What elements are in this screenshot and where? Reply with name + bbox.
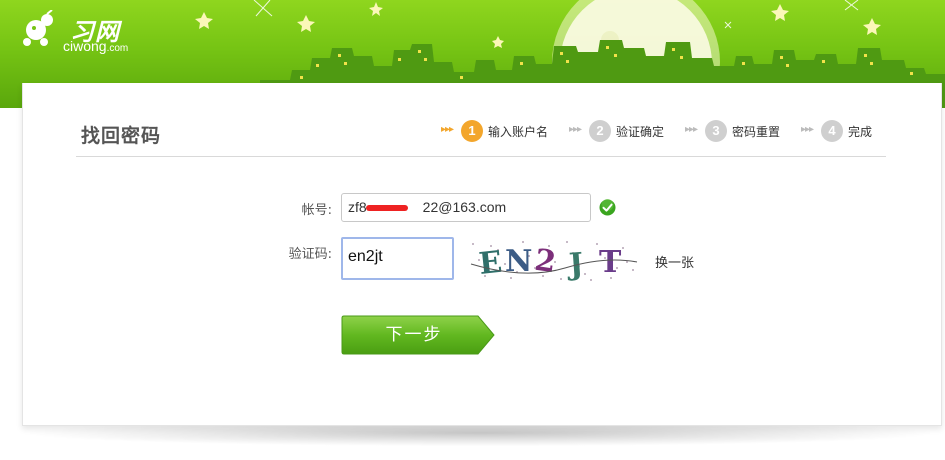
account-label: 帐号: [301, 203, 332, 218]
step-label: 密码重置 [732, 125, 781, 139]
step-number: 2 [589, 120, 611, 142]
svg-text:E: E [477, 245, 503, 282]
svg-text:N: N [505, 244, 532, 279]
account-input[interactable]: zf8 22@163.com [341, 193, 591, 222]
step-number: 3 [705, 120, 727, 142]
main-card: 找回密码 ▸▸▸ 1 输入账户名 ▸▸▸ 2 验证确定 ▸▸▸ 3 密码重置 ▸… [22, 83, 942, 426]
step-arrow-icon: ▸▸▸ [569, 124, 582, 135]
captcha-label: 验证码: [288, 247, 332, 262]
title-divider [76, 156, 886, 157]
step-arrow-icon: ▸▸▸ [441, 124, 454, 135]
redaction-mark [366, 205, 408, 211]
step-number: 1 [461, 120, 483, 142]
captcha-input[interactable]: en2jt [341, 237, 454, 280]
logo-english-text: ciwong.com [63, 38, 129, 54]
bee-icon [23, 10, 53, 46]
captcha-image[interactable]: E N 2 J T [465, 238, 641, 283]
page-title: 找回密码 [81, 125, 162, 147]
svg-text:T: T [599, 245, 622, 280]
step-number: 4 [821, 120, 843, 142]
next-step-button[interactable]: 下一步 [341, 315, 496, 355]
captcha-input-value: en2jt [348, 248, 383, 265]
step-label: 完成 [848, 125, 873, 139]
ciwong-logo[interactable]: 习网 ciwong.com [22, 8, 152, 56]
step-arrow-icon: ▸▸▸ [801, 124, 814, 135]
step-label: 输入账户名 [488, 125, 549, 139]
next-button-label: 下一步 [385, 325, 443, 345]
refresh-captcha-link[interactable]: 换一张 [655, 252, 694, 271]
check-icon [599, 199, 616, 216]
step-label: 验证确定 [616, 125, 665, 139]
step-arrow-icon: ▸▸▸ [685, 124, 698, 135]
